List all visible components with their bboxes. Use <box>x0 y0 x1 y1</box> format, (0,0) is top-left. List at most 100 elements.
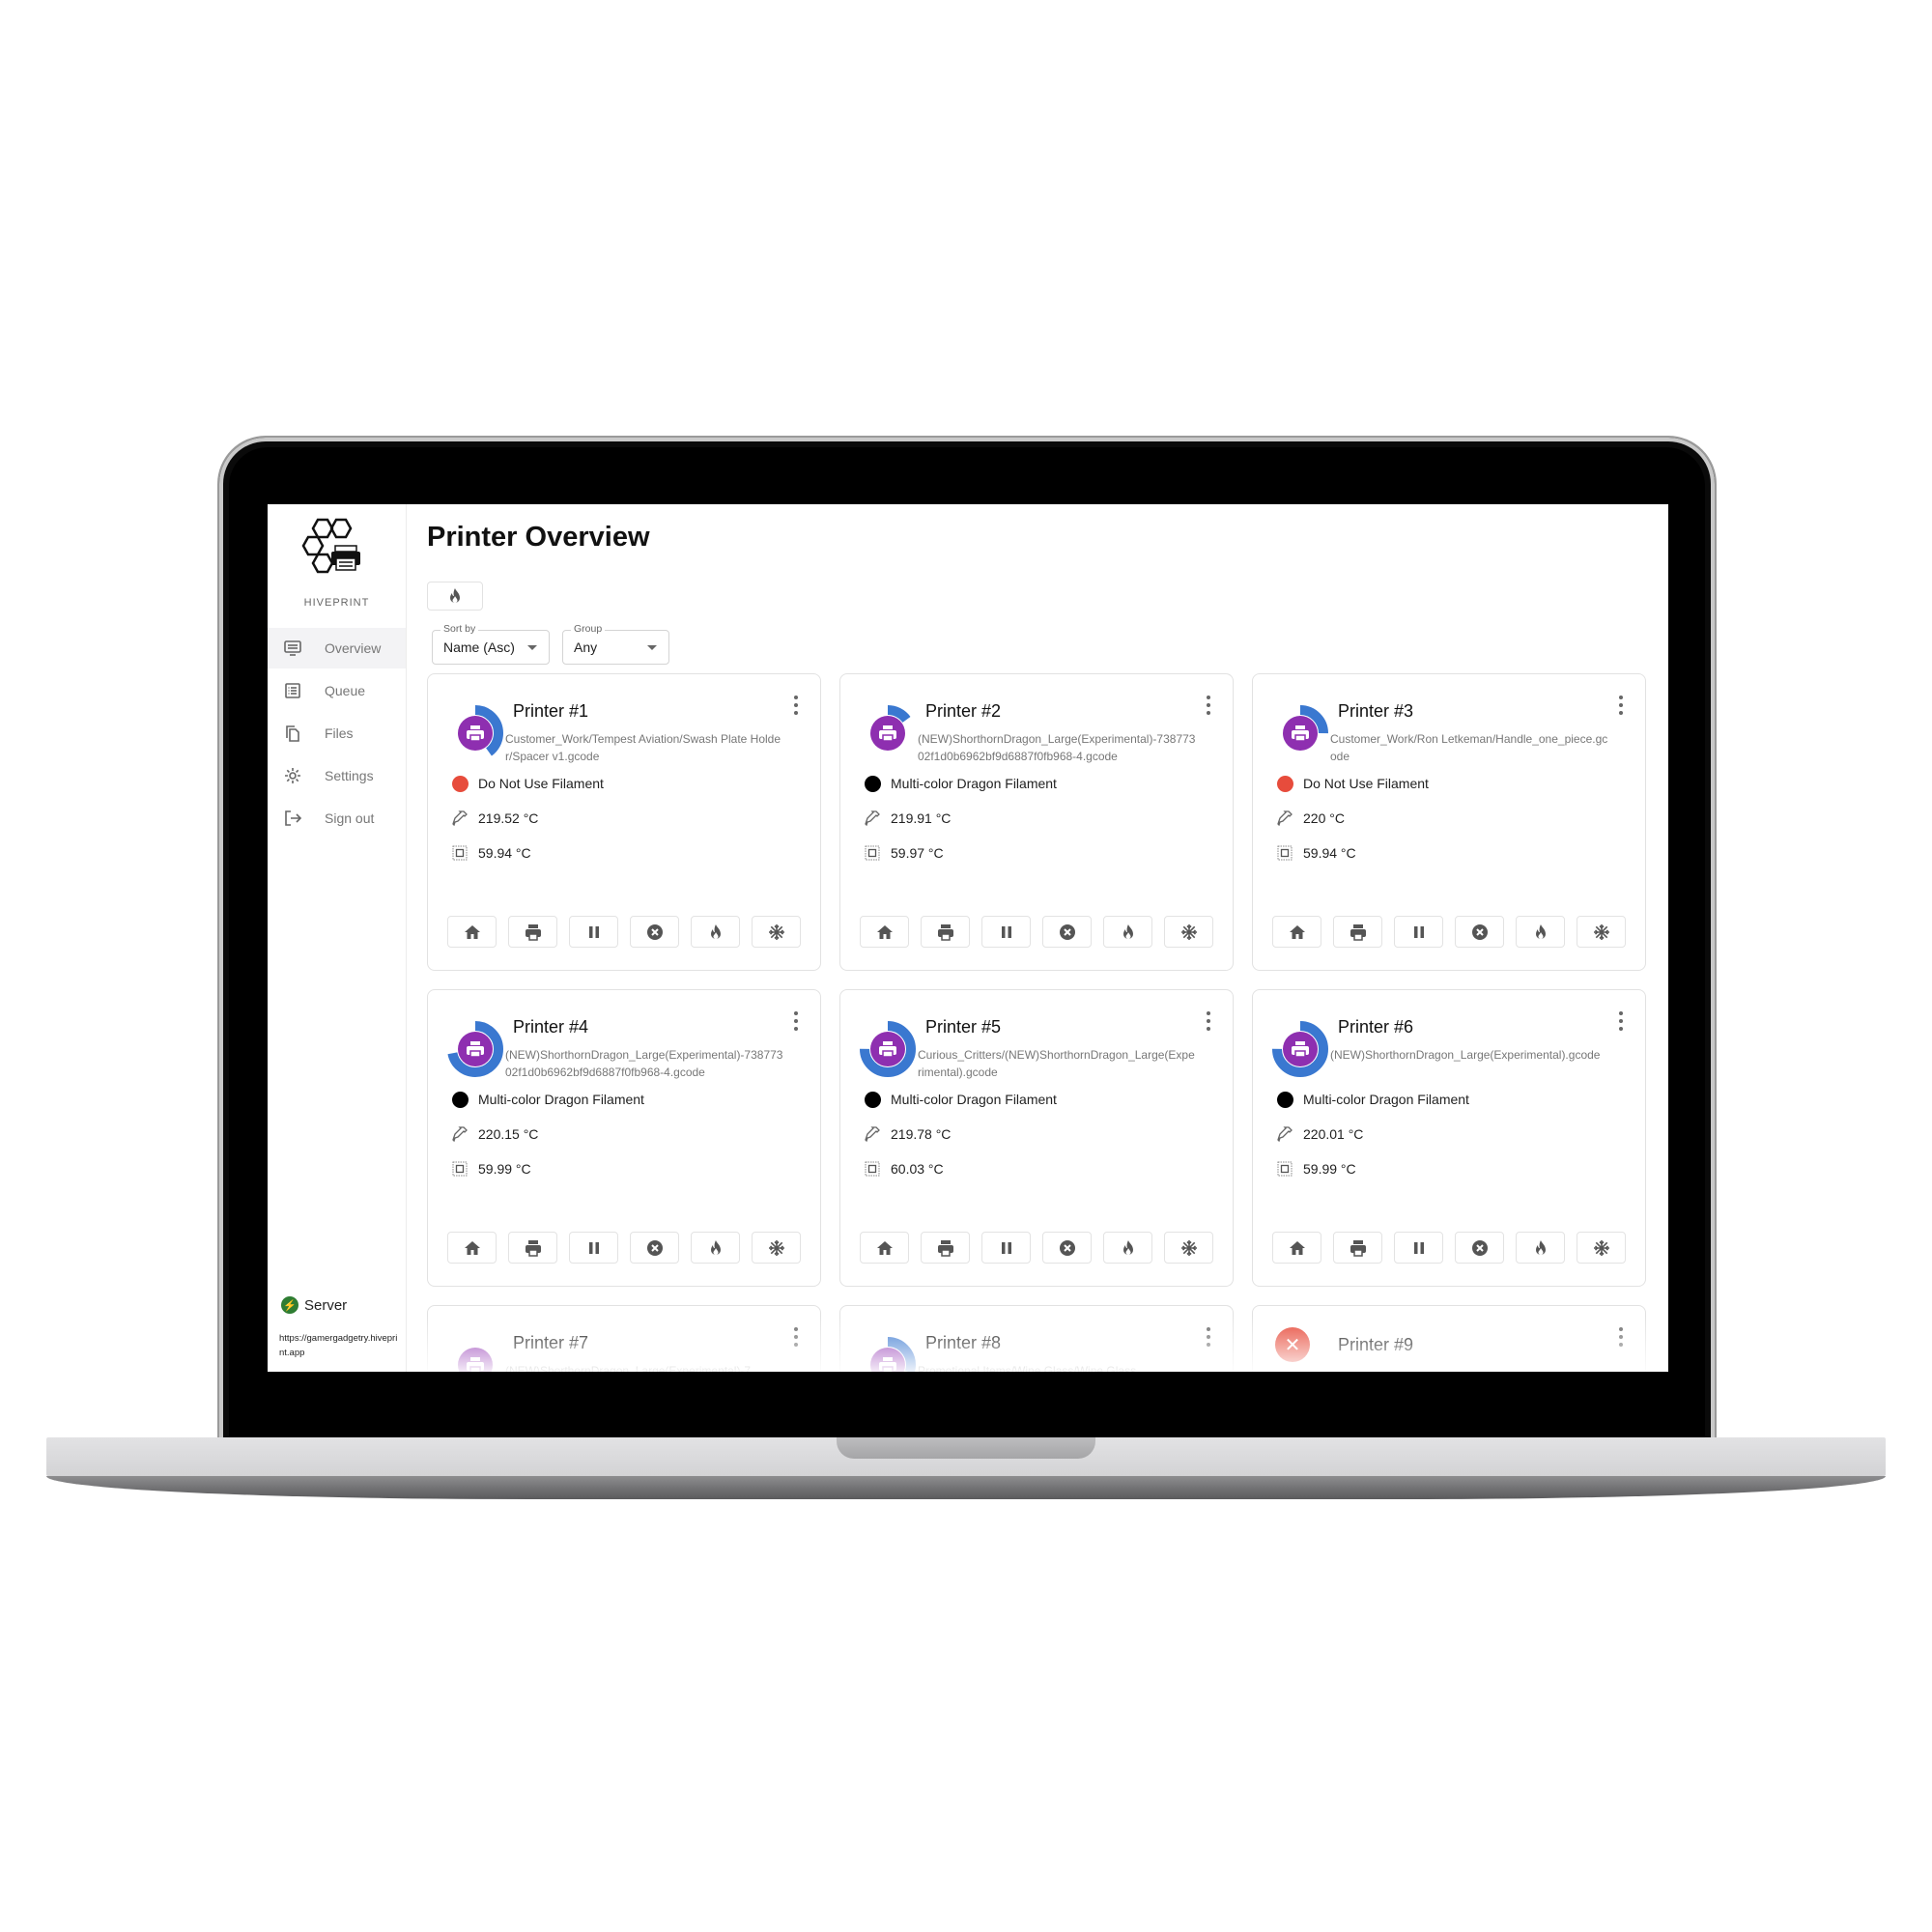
error-icon: ✕ <box>1275 1327 1310 1362</box>
bed-temp-row: 59.97 °C <box>864 844 944 862</box>
print-button[interactable] <box>921 1232 970 1264</box>
nozzle-temp-row: 219.52 °C <box>451 810 538 827</box>
flame-icon <box>1122 1239 1133 1255</box>
home-icon <box>1289 924 1305 939</box>
cooldown-button[interactable] <box>1577 1232 1626 1264</box>
sidebar-item-sign-out[interactable]: Sign out <box>268 798 406 838</box>
printer-card-9: Printer #9 ✕ <box>1252 1305 1646 1372</box>
nozzle-temp-row: 220.01 °C <box>1276 1125 1363 1143</box>
home-icon <box>464 1240 480 1255</box>
group-value: Any <box>574 639 598 655</box>
pause-icon <box>1001 1241 1011 1254</box>
pause-icon <box>1413 925 1424 938</box>
filament-name: Multi-color Dragon Filament <box>478 1092 644 1107</box>
sidebar-nav: Overview Queue Files Settings Sign out <box>268 628 406 840</box>
nozzle-temp: 219.91 °C <box>891 810 952 826</box>
filament-row: Do Not Use Filament <box>1276 775 1429 792</box>
bed-temp-row: 60.03 °C <box>864 1160 944 1178</box>
preheat-button[interactable] <box>1516 1232 1565 1264</box>
sidebar-item-settings[interactable]: Settings <box>268 755 406 796</box>
print-button[interactable] <box>508 916 557 948</box>
pause-icon <box>588 925 599 938</box>
preheat-button[interactable] <box>1103 1232 1152 1264</box>
group-select[interactable]: Group Any <box>562 623 669 665</box>
more-options-icon[interactable] <box>793 1327 799 1347</box>
cooldown-button[interactable] <box>752 916 801 948</box>
home-button[interactable] <box>447 916 497 948</box>
printer-file: Customer_Work/Ron Letkeman/Handle_one_pi… <box>1330 732 1608 763</box>
nozzle-icon <box>451 1125 469 1143</box>
print-button[interactable] <box>921 916 970 948</box>
cancel-button[interactable] <box>1455 1232 1504 1264</box>
cooldown-button[interactable] <box>1164 1232 1213 1264</box>
flame-icon <box>1535 1239 1546 1255</box>
cancel-button[interactable] <box>630 1232 679 1264</box>
home-button[interactable] <box>860 916 909 948</box>
bed-temp: 59.94 °C <box>478 845 531 861</box>
sidebar-item-queue[interactable]: Queue <box>268 670 406 711</box>
printer-card-1: Printer #1 Customer_Work/Tempest Aviatio… <box>427 673 821 971</box>
home-button[interactable] <box>1272 1232 1321 1264</box>
preheat-button[interactable] <box>1103 916 1152 948</box>
cancel-button[interactable] <box>1042 916 1092 948</box>
app-screen: HIVEPRINT Overview Queue Files Settings … <box>268 504 1668 1372</box>
home-button[interactable] <box>447 1232 497 1264</box>
more-options-icon[interactable] <box>1618 1327 1624 1347</box>
pause-icon <box>1413 1241 1424 1254</box>
flame-icon <box>710 1239 721 1255</box>
printer-grid: Printer #1 Customer_Work/Tempest Aviatio… <box>427 673 1654 1372</box>
more-options-icon[interactable] <box>1206 1011 1211 1031</box>
cooldown-button[interactable] <box>1577 916 1626 948</box>
sidebar-item-files[interactable]: Files <box>268 713 406 753</box>
pause-button[interactable] <box>569 916 618 948</box>
filament-color-swatch <box>1276 775 1293 792</box>
pause-button[interactable] <box>981 916 1031 948</box>
more-options-icon[interactable] <box>793 1011 799 1031</box>
cooldown-button[interactable] <box>1164 916 1213 948</box>
preheat-all-button[interactable] <box>427 582 483 611</box>
bed-temp: 59.97 °C <box>891 845 944 861</box>
sort-by-select[interactable]: Sort by Name (Asc) <box>432 623 550 665</box>
home-icon <box>876 924 893 939</box>
print-button[interactable] <box>1333 916 1382 948</box>
pause-button[interactable] <box>1394 1232 1443 1264</box>
cancel-circle-icon <box>646 923 663 940</box>
home-button[interactable] <box>860 1232 909 1264</box>
nozzle-temp-row: 219.91 °C <box>864 810 951 827</box>
printer-name: Printer #6 <box>1338 1017 1414 1037</box>
bed-icon <box>1276 1160 1293 1178</box>
preheat-button[interactable] <box>1516 916 1565 948</box>
pause-icon <box>1001 925 1011 938</box>
more-options-icon[interactable] <box>1618 1011 1624 1031</box>
more-options-icon[interactable] <box>1206 696 1211 715</box>
more-options-icon[interactable] <box>1206 1327 1211 1347</box>
more-options-icon[interactable] <box>793 696 799 715</box>
cancel-circle-icon <box>646 1239 663 1256</box>
print-progress-ring <box>445 1335 505 1372</box>
preheat-button[interactable] <box>691 916 740 948</box>
filament-row: Multi-color Dragon Filament <box>864 775 1057 792</box>
cancel-button[interactable] <box>1042 1232 1092 1264</box>
bed-icon <box>864 1160 881 1178</box>
cancel-button[interactable] <box>1455 916 1504 948</box>
printer-file: (NEW)ShorthornDragon_Large(Experimental)… <box>505 1048 783 1079</box>
print-button[interactable] <box>508 1232 557 1264</box>
print-progress-ring <box>445 1019 505 1079</box>
pause-button[interactable] <box>569 1232 618 1264</box>
home-button[interactable] <box>1272 916 1321 948</box>
pause-button[interactable] <box>1394 916 1443 948</box>
nozzle-temp-row: 220.15 °C <box>451 1125 538 1143</box>
nozzle-icon <box>864 810 881 827</box>
cooldown-button[interactable] <box>752 1232 801 1264</box>
cancel-button[interactable] <box>630 916 679 948</box>
more-options-icon[interactable] <box>1618 696 1624 715</box>
print-button[interactable] <box>1333 1232 1382 1264</box>
sidebar-item-overview[interactable]: Overview <box>268 628 406 668</box>
pause-icon <box>588 1241 599 1254</box>
print-progress-ring <box>1270 703 1330 763</box>
pause-button[interactable] <box>981 1232 1031 1264</box>
printer-actions <box>1272 916 1626 948</box>
server-status: ⚡ Server <box>281 1296 347 1314</box>
laptop-opening-notch <box>837 1437 1095 1459</box>
preheat-button[interactable] <box>691 1232 740 1264</box>
